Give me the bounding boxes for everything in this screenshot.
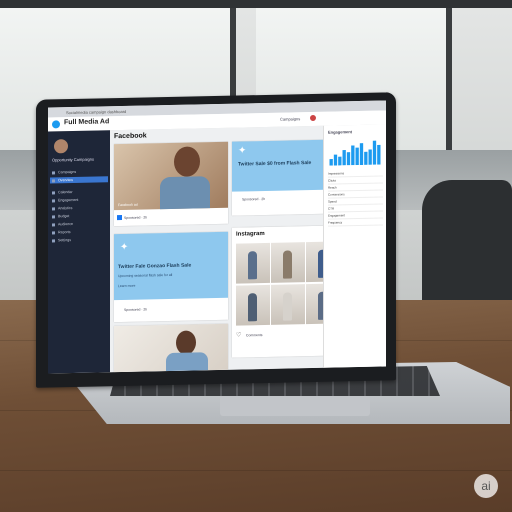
instagram-section-title: Instagram — [236, 231, 265, 238]
person-shirt — [160, 176, 210, 210]
avatar[interactable] — [54, 139, 68, 154]
ad-photo-card[interactable] — [114, 323, 228, 373]
person-figure — [174, 146, 200, 177]
person-shirt — [166, 352, 208, 372]
twitter-ad-banner: ✦ Twitter Fale Gonzao Flash Sale Upcomin… — [114, 231, 228, 301]
ai-badge: ai — [474, 474, 498, 498]
chart-bar — [351, 145, 355, 166]
chart-bar — [359, 143, 364, 166]
laptop-trackpad — [220, 396, 370, 416]
window-frame — [0, 0, 512, 8]
ad-photo — [114, 323, 228, 373]
stat-row: Clicks — [328, 177, 383, 185]
office-chair — [422, 180, 512, 300]
twitter-top-meta: Sponsored · 2h — [242, 196, 266, 202]
laptop-screen: Socialmedia campaign dashboard Full Medi… — [48, 100, 386, 374]
heart-icon[interactable]: ♡ — [236, 331, 241, 338]
sidebar-item-settings[interactable]: Settings — [50, 236, 108, 243]
twitter-bottom-link[interactable]: Learn more — [118, 284, 135, 288]
sidebar-item-campaigns[interactable]: Campaigns — [50, 168, 108, 175]
facebook-ad-photo — [114, 141, 228, 211]
facebook-photo-caption: Facebook ad — [118, 202, 138, 208]
sidebar-item-audience[interactable]: Audience — [50, 220, 108, 227]
model-figure — [283, 292, 292, 321]
twitter-ad-card-bottom[interactable]: ✦ Twitter Fale Gonzao Flash Sale Upcomin… — [114, 231, 228, 323]
twitter-bottom-headline: Twitter Fale Gonzao Flash Sale — [118, 262, 192, 271]
stat-row: CTR — [328, 205, 383, 213]
model-figure — [283, 250, 292, 279]
stat-row: Conversions — [328, 191, 383, 199]
stat-row: Frequency — [328, 219, 383, 227]
chart-bar — [342, 150, 346, 166]
chart-bar — [329, 159, 333, 166]
sidebar-user-name: Opportunity Campaigns — [52, 156, 95, 163]
wood-grain — [0, 470, 512, 471]
instagram-post[interactable] — [236, 242, 270, 284]
facebook-meta: Sponsored · 2h — [124, 215, 148, 220]
sidebar-item-budget[interactable]: Budget — [50, 212, 108, 219]
chart-bar — [338, 156, 342, 166]
twitter-bottom-meta: Sponsored · 2h — [124, 307, 148, 312]
sidebar-item-engagement[interactable]: Engagement — [50, 196, 108, 203]
chart-bar — [364, 151, 368, 165]
chart-bar — [368, 149, 372, 165]
stat-row: Impressions — [328, 170, 383, 178]
facebook-ad-card[interactable]: Facebook ad Sponsored · 2h — [114, 141, 228, 227]
right-panel-title: Engagement — [328, 129, 353, 135]
stat-row: Engagement — [328, 212, 383, 220]
chart-bar — [333, 154, 338, 166]
notification-icon[interactable] — [310, 114, 316, 122]
model-figure — [248, 293, 257, 322]
sidebar: Opportunity Campaigns Campaigns Overview… — [48, 130, 110, 374]
twitter-bird-icon: ✦ — [120, 241, 129, 254]
app-logo-icon — [52, 120, 60, 129]
model-figure — [248, 251, 257, 280]
chart-bar — [346, 152, 351, 166]
instagram-post[interactable] — [271, 284, 305, 325]
sidebar-item-analytics[interactable]: Analytics — [50, 204, 108, 211]
engagement-bar-chart — [329, 140, 381, 166]
right-analytics-panel: Engagement Impressions Clicks Reach Conv… — [323, 124, 386, 368]
instagram-post[interactable] — [236, 284, 270, 326]
photo-scene: Socialmedia campaign dashboard Full Medi… — [0, 0, 512, 512]
sidebar-item-reports[interactable]: Reports — [50, 228, 108, 235]
sidebar-item-calendar[interactable]: Calendar — [50, 188, 108, 195]
instagram-post[interactable] — [271, 242, 305, 283]
twitter-bird-icon: ✦ — [238, 145, 247, 157]
facebook-section-title: Facebook — [114, 132, 147, 141]
chart-bar — [372, 140, 377, 165]
facebook-logo-icon — [117, 214, 122, 221]
person-figure — [176, 330, 196, 355]
stat-row: Reach — [328, 184, 383, 192]
sidebar-item-overview[interactable]: Overview — [50, 176, 108, 184]
twitter-bottom-subline: Upcoming seasonal flash sale for all — [118, 272, 173, 279]
header-right-label[interactable]: Campaigns — [280, 116, 300, 121]
chart-bar — [355, 147, 359, 166]
instagram-footer: Comments — [246, 333, 263, 338]
chart-bar — [377, 144, 381, 165]
twitter-top-headline: Twitter Sale $0 from Flash Sale — [238, 160, 312, 168]
browser-tab-text[interactable]: Socialmedia campaign dashboard — [66, 109, 126, 115]
stat-row: Spend — [328, 198, 383, 206]
app-title: Full Media Ad — [64, 118, 110, 127]
